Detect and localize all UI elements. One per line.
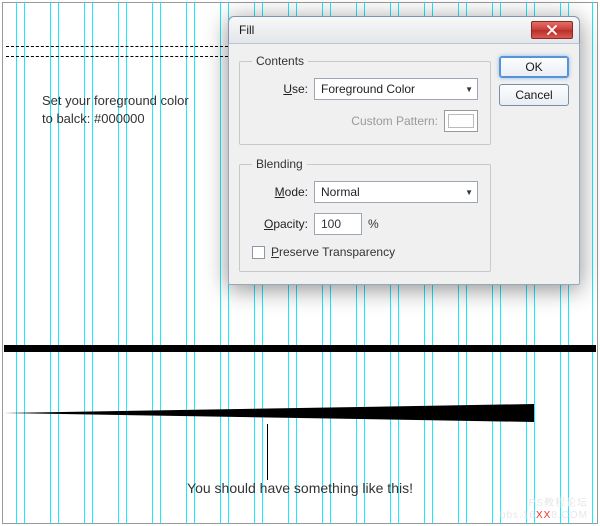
divider-bar xyxy=(4,345,596,352)
opacity-suffix: % xyxy=(368,217,379,231)
opacity-value: 100 xyxy=(321,217,341,231)
mode-value: Normal xyxy=(321,185,360,199)
use-label: Use: xyxy=(252,82,308,96)
opacity-input[interactable]: 100 xyxy=(314,213,362,235)
close-button[interactable] xyxy=(531,21,573,39)
chevron-down-icon: ▼ xyxy=(465,188,473,197)
use-value: Foreground Color xyxy=(321,82,415,96)
result-shape xyxy=(4,404,596,422)
opacity-label: Opacity: xyxy=(252,217,308,231)
selection-edge-bottom xyxy=(6,56,228,57)
preserve-transparency-label: Preserve Transparency xyxy=(271,245,395,259)
dialog-right-column: OK Cancel xyxy=(499,54,569,272)
watermark: PS教程论坛 bbs.16XX8.COM xyxy=(500,498,588,522)
contents-legend: Contents xyxy=(252,54,308,68)
custom-pattern-swatch xyxy=(444,110,478,132)
mode-label: Mode: xyxy=(252,185,308,199)
blending-group: Blending Mode: Normal ▼ Opacity: 100 % xyxy=(239,157,491,272)
watermark-line2: bbs.16XX8.COM xyxy=(500,510,588,522)
mode-row: Mode: Normal ▼ xyxy=(252,181,478,203)
ok-button[interactable]: OK xyxy=(499,56,569,78)
chevron-down-icon: ▼ xyxy=(465,85,473,94)
contents-group: Contents Use: Foreground Color ▼ Custom … xyxy=(239,54,491,145)
dialog-body: Contents Use: Foreground Color ▼ Custom … xyxy=(228,44,580,285)
custom-pattern-row: Custom Pattern: xyxy=(252,110,478,132)
custom-pattern-label: Custom Pattern: xyxy=(252,114,438,128)
use-row: Use: Foreground Color ▼ xyxy=(252,78,478,100)
opacity-row: Opacity: 100 % xyxy=(252,213,478,235)
preserve-row: Preserve Transparency xyxy=(252,245,478,259)
close-icon xyxy=(547,25,557,35)
dialog-left-column: Contents Use: Foreground Color ▼ Custom … xyxy=(239,54,491,272)
instruction-text: Set your foreground color to balck: #000… xyxy=(42,92,202,128)
mode-combobox[interactable]: Normal ▼ xyxy=(314,181,478,203)
caption-text: You should have something like this! xyxy=(0,480,600,496)
fill-dialog: Fill Contents Use: Foreground Color ▼ Cu… xyxy=(228,16,580,285)
blending-legend: Blending xyxy=(252,157,307,171)
cancel-button[interactable]: Cancel xyxy=(499,84,569,106)
use-combobox[interactable]: Foreground Color ▼ xyxy=(314,78,478,100)
dialog-title: Fill xyxy=(239,23,531,37)
watermark-line1: PS教程论坛 xyxy=(500,498,588,510)
preserve-transparency-checkbox[interactable] xyxy=(252,246,265,259)
caption-leader-line xyxy=(267,424,268,480)
dialog-titlebar[interactable]: Fill xyxy=(228,16,580,44)
selection-edge-top xyxy=(6,46,228,47)
